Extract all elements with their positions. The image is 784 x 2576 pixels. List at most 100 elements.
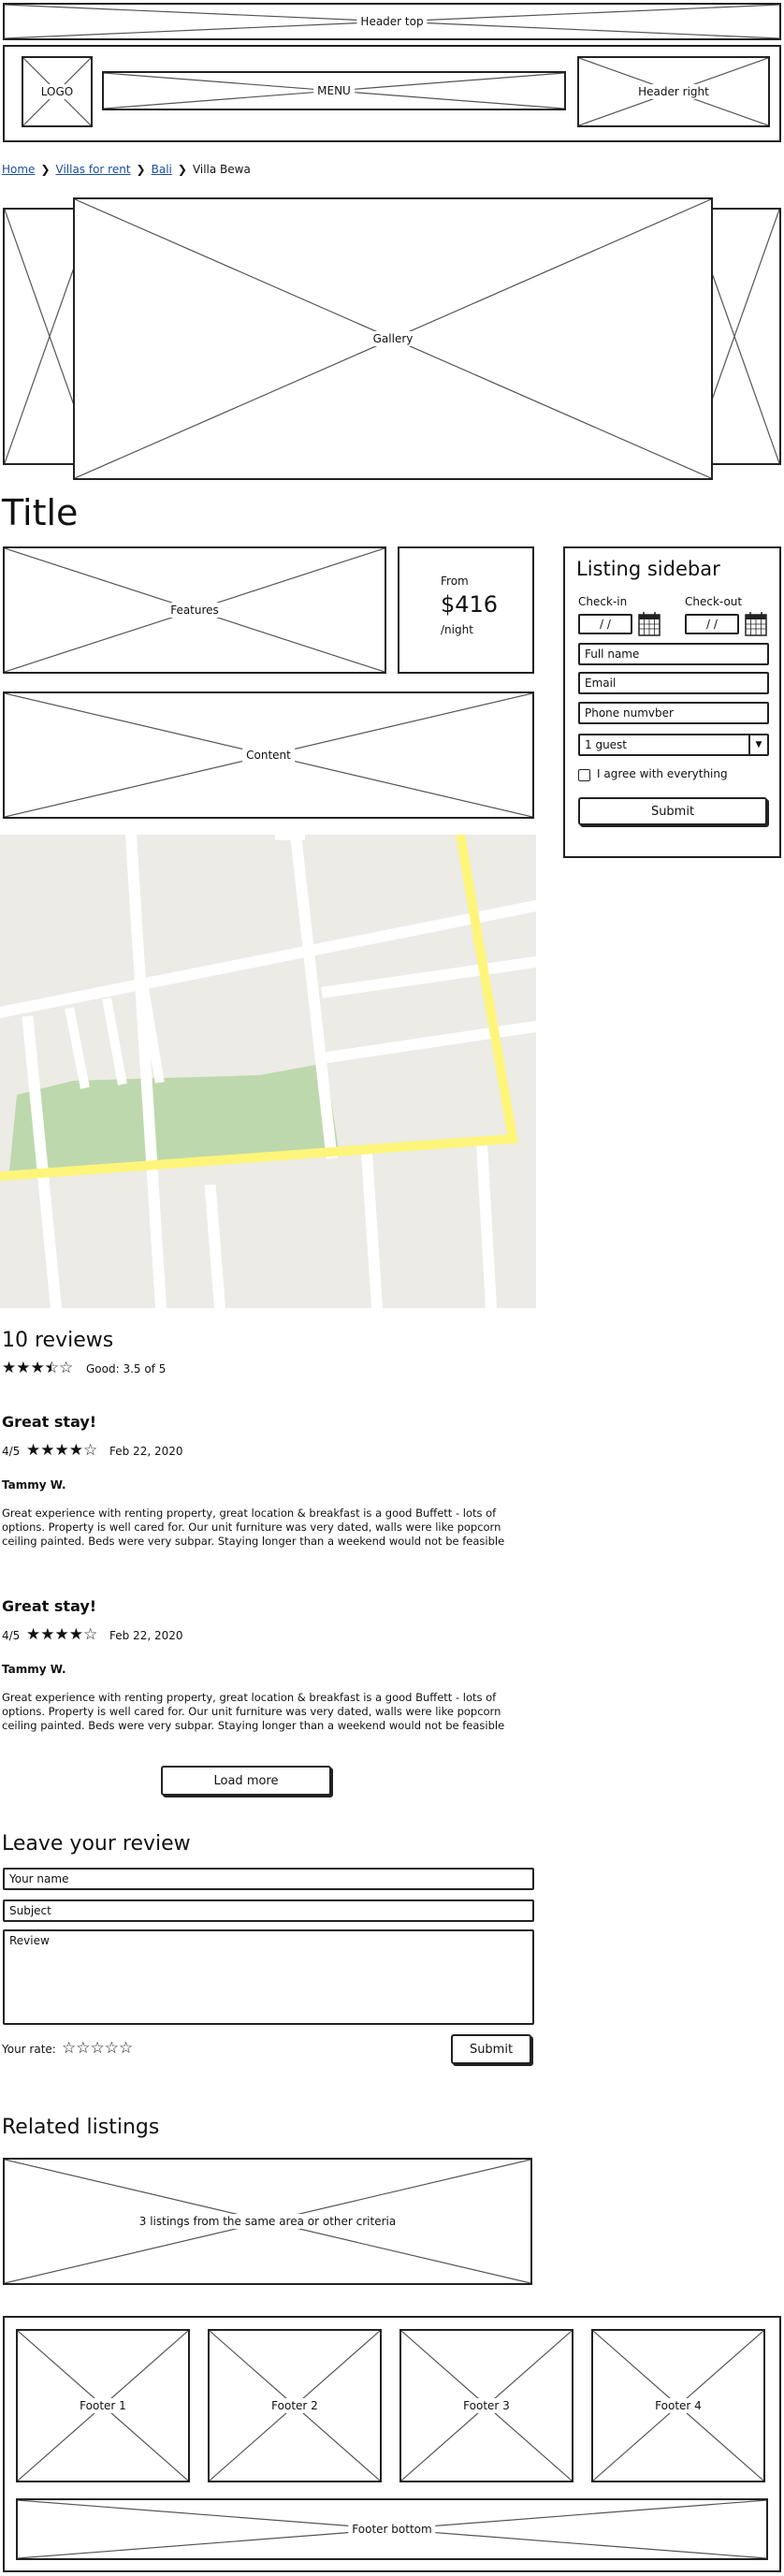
listing-sidebar: Listing sidebar Check-in Check-out / / /… <box>563 546 781 858</box>
price-per-night: /night <box>441 623 473 636</box>
review-score: 4/5 <box>2 1629 21 1642</box>
star-filled-icon: ★ <box>2 1359 17 1377</box>
review-score: 4/5 <box>2 1445 21 1458</box>
review-author: Tammy W. <box>2 1663 66 1676</box>
breadcrumb: Home ❯ Villas for rent ❯ Bali ❯ Villa Be… <box>2 161 251 178</box>
features-block: Features <box>3 546 386 674</box>
logo[interactable]: LOGO <box>22 56 93 127</box>
chevron-down-icon: ▼ <box>748 735 767 754</box>
features-label: Features <box>167 603 223 618</box>
reviews-heading: 10 reviews <box>2 1329 114 1352</box>
review-item: Great stay! 4/5 ★ ★ ★ ★ ☆ Feb 22, 2020 T… <box>2 1413 535 1553</box>
phone-field[interactable]: Phone numvber <box>578 702 769 724</box>
related-label: 3 listings from the same area or other c… <box>135 2214 400 2229</box>
star-empty-icon[interactable]: ☆ <box>91 2041 105 2057</box>
main-menu[interactable]: MENU <box>102 71 566 110</box>
star-empty-icon: ☆ <box>59 1359 74 1377</box>
review-stars: ★ ★ ★ ★ ☆ <box>26 1443 97 1459</box>
review-name-field[interactable]: Your name <box>3 1868 534 1890</box>
content-label: Content <box>242 748 295 763</box>
checkin-input[interactable]: / / <box>578 614 632 634</box>
star-filled-icon: ★ <box>54 1441 69 1460</box>
footer-bottom-label: Footer bottom <box>348 2522 436 2537</box>
review-title: Great stay! <box>2 1413 97 1431</box>
sidebar-submit-button[interactable]: Submit <box>578 797 767 825</box>
related-listings[interactable]: 3 listings from the same area or other c… <box>3 2158 532 2285</box>
gallery-main[interactable]: Gallery <box>73 197 713 480</box>
full-name-field[interactable]: Full name <box>578 643 769 665</box>
footer-column-label: Footer 2 <box>268 2398 322 2413</box>
star-filled-icon: ★ <box>40 1625 55 1644</box>
footer-column-1: Footer 1 <box>16 2329 190 2482</box>
price-amount: $416 <box>441 591 499 618</box>
header-top: Header top <box>3 3 781 40</box>
reviews-summary: Good: 3.5 of 5 <box>86 1362 167 1375</box>
header-right-label: Header right <box>634 84 713 99</box>
header-right: Header right <box>577 56 770 127</box>
review-author: Tammy W. <box>2 1478 66 1492</box>
review-stars: ★ ★ ★ ★ ☆ <box>26 1627 97 1643</box>
price-from: From <box>441 575 469 588</box>
star-empty-icon[interactable]: ☆ <box>119 2041 133 2057</box>
calendar-icon[interactable] <box>745 612 767 636</box>
header-top-label: Header top <box>356 14 428 29</box>
price-box: From $416 /night <box>398 546 534 674</box>
star-filled-icon: ★ <box>40 1441 55 1460</box>
footer-bottom: Footer bottom <box>16 2498 768 2560</box>
rate-label: Your rate: <box>2 2043 56 2056</box>
footer-column-3: Footer 3 <box>399 2329 573 2482</box>
footer-column-4: Footer 4 <box>591 2329 765 2482</box>
breadcrumb-home[interactable]: Home <box>2 163 35 176</box>
checkout-input[interactable]: / / <box>685 614 739 634</box>
star-empty-icon[interactable]: ☆ <box>76 2041 90 2057</box>
content-block: Content <box>3 691 534 819</box>
guests-select[interactable]: 1 guest ▼ <box>578 734 769 756</box>
related-heading: Related listings <box>2 2116 160 2139</box>
star-filled-icon: ★ <box>68 1625 83 1644</box>
load-more-button[interactable]: Load more <box>161 1766 331 1796</box>
chevron-right-icon: ❯ <box>40 163 51 176</box>
footer: Footer 1 Footer 2 Footer 3 Footer 4 Foot… <box>3 2316 781 2572</box>
agree-checkbox[interactable] <box>578 769 590 781</box>
gallery-label: Gallery <box>369 331 417 346</box>
review-submit-button[interactable]: Submit <box>451 2034 531 2064</box>
menu-label: MENU <box>313 83 355 98</box>
reviews-rating-stars: ★ ★ ★ ☆★ ☆ <box>2 1361 73 1376</box>
star-filled-icon: ★ <box>16 1359 31 1377</box>
footer-column-label: Footer 4 <box>651 2398 705 2413</box>
star-filled-icon: ★ <box>54 1625 69 1644</box>
review-date: Feb 22, 2020 <box>109 1629 183 1642</box>
star-filled-icon: ★ <box>68 1441 83 1460</box>
review-subject-field[interactable]: Subject <box>3 1899 534 1922</box>
review-item: Great stay! 4/5 ★ ★ ★ ★ ☆ Feb 22, 2020 T… <box>2 1597 535 1738</box>
rate-stars-input[interactable]: ☆ ☆ ☆ ☆ ☆ <box>62 2041 133 2057</box>
header-main: LOGO MENU Header right <box>3 45 781 142</box>
breadcrumb-current: Villa Bewa <box>192 163 251 176</box>
checkin-label: Check-in <box>578 595 628 608</box>
star-half-icon: ☆★ <box>44 1359 59 1377</box>
location-map[interactable] <box>0 835 536 1308</box>
chevron-right-icon: ❯ <box>177 163 187 176</box>
review-textarea[interactable]: Review <box>3 1929 534 2025</box>
review-title: Great stay! <box>2 1597 97 1615</box>
star-filled-icon: ★ <box>26 1441 41 1460</box>
star-empty-icon: ☆ <box>83 1625 98 1644</box>
breadcrumb-villas[interactable]: Villas for rent <box>56 163 131 176</box>
agree-label: I agree with everything <box>597 767 728 780</box>
page-title: Title <box>2 492 79 533</box>
sidebar-title: Listing sidebar <box>576 558 720 580</box>
chevron-right-icon: ❯ <box>136 163 146 176</box>
email-field[interactable]: Email <box>578 672 769 694</box>
star-empty-icon[interactable]: ☆ <box>105 2041 119 2057</box>
breadcrumb-bali[interactable]: Bali <box>152 163 172 176</box>
footer-column-label: Footer 3 <box>459 2398 514 2413</box>
footer-column-label: Footer 1 <box>76 2398 130 2413</box>
checkout-label: Check-out <box>685 595 743 608</box>
leave-review-heading: Leave your review <box>2 1832 191 1856</box>
star-empty-icon[interactable]: ☆ <box>62 2041 76 2057</box>
star-filled-icon: ★ <box>30 1359 45 1377</box>
review-text: Great experience with renting property, … <box>2 1691 505 1732</box>
calendar-icon[interactable] <box>638 612 661 636</box>
guests-value: 1 guest <box>585 738 628 751</box>
star-empty-icon: ☆ <box>83 1441 98 1460</box>
